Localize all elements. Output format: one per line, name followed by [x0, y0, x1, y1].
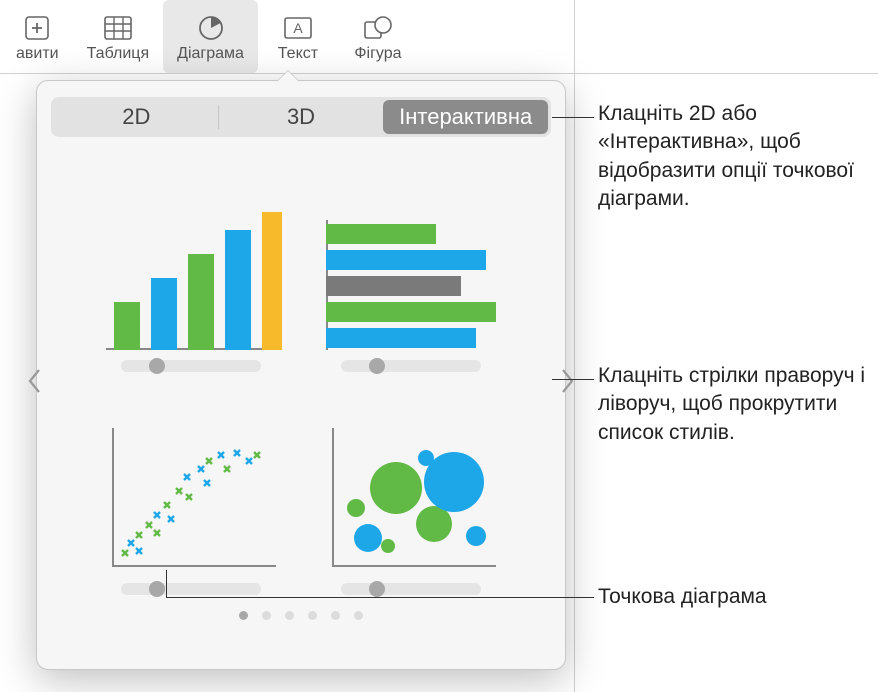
toolbar-table[interactable]: Таблиця: [73, 0, 164, 73]
tab-3d[interactable]: 3D: [219, 100, 384, 134]
chart-option-bar[interactable]: [311, 169, 511, 378]
svg-text:A: A: [293, 20, 303, 36]
chart-option-bubble[interactable]: [311, 392, 511, 601]
page-indicator[interactable]: [51, 611, 551, 620]
plus-square-icon: [22, 13, 52, 43]
toolbar-shape[interactable]: Фігура: [338, 0, 418, 73]
chart-mode-tabs: 2D 3D Інтерактивна: [51, 97, 551, 137]
bar-chart-icon: [326, 220, 496, 350]
chart-style-grid: [51, 161, 551, 601]
annotation-layer: Клацніть 2D або «Інтерактивна», щоб відо…: [570, 0, 870, 692]
page-dot[interactable]: [239, 611, 248, 620]
table-icon: [103, 13, 133, 43]
page-dot[interactable]: [354, 611, 363, 620]
toolbar-text[interactable]: A Текст: [258, 0, 338, 73]
prev-arrow[interactable]: [21, 361, 47, 401]
page-dot[interactable]: [285, 611, 294, 620]
page-dot[interactable]: [331, 611, 340, 620]
toolbar-insert[interactable]: авити: [2, 0, 73, 73]
style-slider[interactable]: [341, 583, 481, 595]
callout-arrows: Клацніть стрілки праворуч і ліворуч, щоб…: [598, 362, 870, 447]
chart-option-scatter[interactable]: [91, 392, 291, 601]
column-chart-icon: [106, 205, 276, 350]
tab-interactive[interactable]: Інтерактивна: [383, 100, 548, 134]
toolbar-chart[interactable]: Діаграма: [163, 0, 258, 73]
shapes-icon: [363, 13, 393, 43]
style-slider[interactable]: [341, 360, 481, 372]
page-dot[interactable]: [262, 611, 271, 620]
tab-2d[interactable]: 2D: [54, 100, 219, 134]
chart-type-popover: 2D 3D Інтерактивна: [36, 80, 566, 670]
toolbar-chart-label: Діаграма: [177, 45, 244, 63]
chart-option-column[interactable]: [91, 169, 291, 378]
toolbar-table-label: Таблиця: [87, 45, 150, 63]
toolbar-shape-label: Фігура: [354, 45, 401, 63]
style-slider[interactable]: [121, 360, 261, 372]
callout-scatter: Точкова діаграма: [598, 583, 767, 611]
style-slider[interactable]: [121, 583, 261, 595]
pie-icon: [196, 13, 226, 43]
bubble-chart-icon: [326, 428, 496, 573]
callout-tabs: Клацніть 2D або «Інтерактивна», щоб відо…: [598, 100, 870, 213]
textbox-icon: A: [283, 13, 313, 43]
scatter-chart-icon: [106, 428, 276, 573]
page-dot[interactable]: [308, 611, 317, 620]
toolbar-text-label: Текст: [278, 45, 318, 63]
toolbar-insert-label: авити: [16, 45, 59, 63]
